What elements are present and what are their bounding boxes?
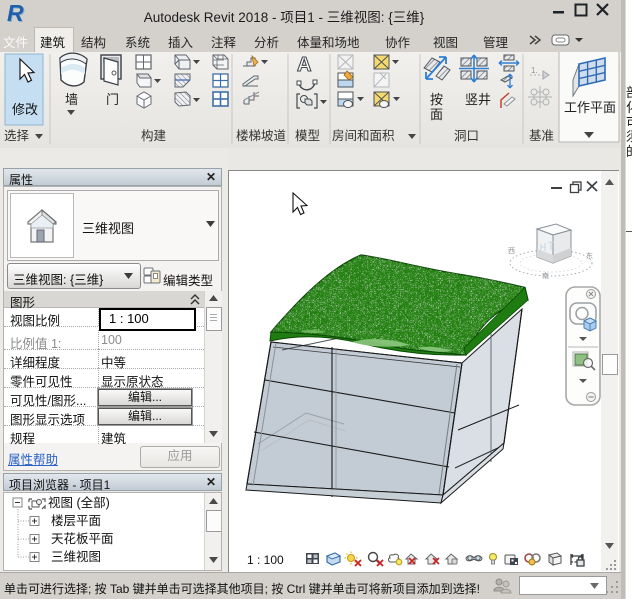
svg-text:1.: 1. xyxy=(531,66,538,75)
svg-text:视图 (全部): 视图 (全部) xyxy=(48,495,110,510)
svg-text:基准: 基准 xyxy=(529,129,554,143)
svg-text:西: 西 xyxy=(508,247,515,255)
svg-text:楼层平面: 楼层平面 xyxy=(51,513,101,528)
svg-text:竖井: 竖井 xyxy=(465,92,491,107)
svg-text:三维视图: 三维视图 xyxy=(51,549,101,564)
svg-text:工作平面: 工作平面 xyxy=(564,100,616,115)
svg-text:房间和面积: 房间和面积 xyxy=(332,128,395,143)
svg-text:门: 门 xyxy=(106,92,119,107)
svg-text:A: A xyxy=(297,54,311,76)
svg-text:南: 南 xyxy=(542,271,549,280)
svg-text:选择: 选择 xyxy=(4,129,30,143)
svg-text:按: 按 xyxy=(430,92,443,107)
svg-text:天花板平面: 天花板平面 xyxy=(51,531,114,546)
svg-text:东: 东 xyxy=(586,251,593,260)
svg-text:楼梯坡道: 楼梯坡道 xyxy=(236,128,287,143)
svg-text:模型: 模型 xyxy=(295,129,320,143)
svg-text:构建: 构建 xyxy=(141,128,167,143)
svg-text:墙: 墙 xyxy=(65,92,78,107)
svg-text:面: 面 xyxy=(430,107,443,122)
svg-text:修改: 修改 xyxy=(12,102,38,117)
svg-text:洞口: 洞口 xyxy=(454,129,479,143)
